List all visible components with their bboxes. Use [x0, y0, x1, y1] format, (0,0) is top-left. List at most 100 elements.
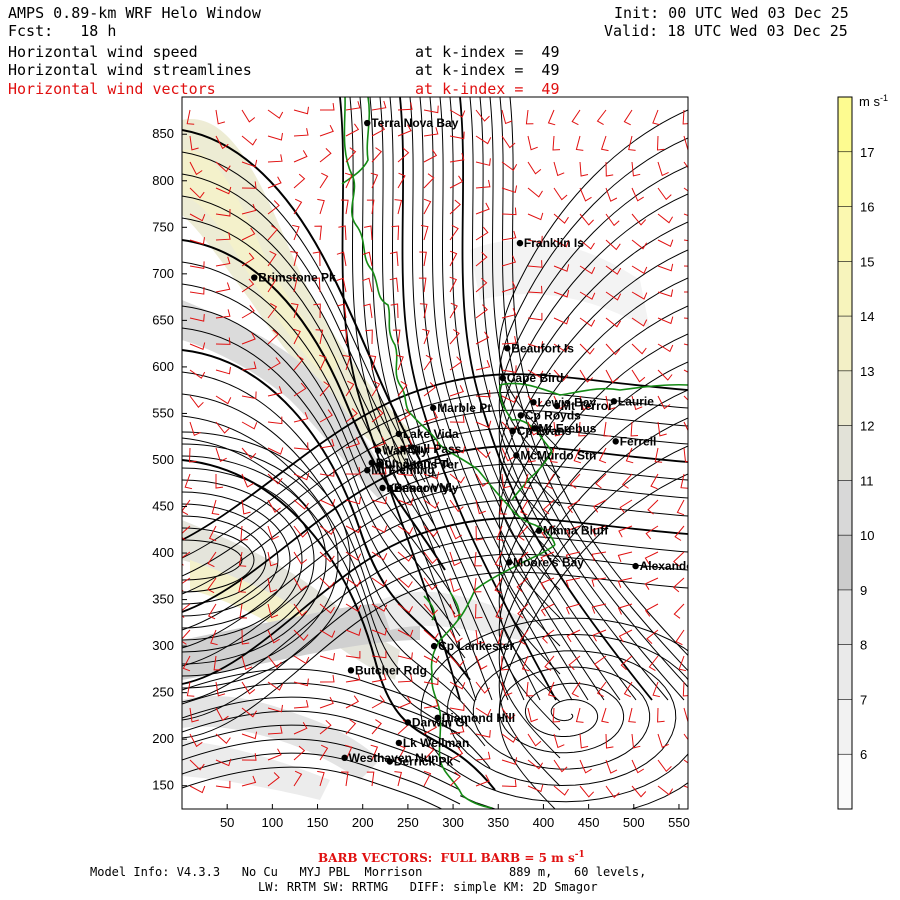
y-tick-label: 850 [152, 126, 174, 141]
place-dot [610, 398, 618, 405]
colorbar-label: 17 [860, 145, 874, 160]
y-tick-label: 750 [152, 219, 174, 234]
place-label: Diamond Hill [442, 711, 515, 725]
place-label: Cp Royds [525, 408, 581, 422]
y-tick-label: 350 [152, 592, 174, 607]
x-tick-label: 100 [262, 815, 284, 830]
colorbar-label: 16 [860, 200, 874, 215]
place-label: Marble Pt [437, 401, 491, 415]
place-label: Moore's Bay [513, 555, 584, 569]
colorbar-bin [838, 425, 852, 481]
place-label: Cp Lankester [438, 639, 514, 653]
colorbar-bin [838, 370, 852, 426]
place-dot [404, 719, 412, 726]
place-dot [517, 412, 525, 419]
place-label: Bull Pass [407, 442, 461, 456]
y-tick-label: 550 [152, 405, 174, 420]
colorbar-label: 6 [860, 747, 867, 762]
colorbar-label: 14 [860, 309, 874, 324]
wind-map: Terra Nova Bay Franklin Is Brimstone Pk Bea… [152, 93, 888, 830]
x-tick-label: 250 [397, 815, 419, 830]
place-dot [386, 758, 394, 765]
colorbar-unit: m s-1 [859, 93, 888, 109]
colorbar: 17 16 15 14 13 12 11 10 9 8 7 6 [837, 96, 874, 810]
place-dot [395, 430, 403, 438]
place-dot [364, 467, 371, 474]
x-tick-label: 150 [307, 815, 329, 830]
place-label: Laurie [618, 394, 654, 408]
place-dot [430, 642, 438, 650]
place-label: Beacon Vly [394, 481, 459, 495]
place-dot [395, 739, 403, 747]
colorbar-label: 7 [860, 692, 867, 707]
model-info-line2: LW: RRTM SW: RRTMG DIFF: simple KM: 2D S… [258, 880, 598, 894]
place-dot [374, 447, 382, 454]
y-tick-label: 800 [152, 173, 174, 188]
colorbar-label: 10 [860, 528, 874, 543]
place-dot [347, 667, 355, 674]
place-dot [400, 445, 407, 453]
place-dot [612, 438, 619, 445]
colorbar-bin [838, 206, 852, 262]
place-dot [379, 484, 386, 492]
place-label: Cape Bird [507, 371, 564, 385]
y-tick-label: 700 [152, 266, 174, 281]
model-info-line1: Model Info: V4.3.3 No Cu MYJ PBL Morriso… [90, 865, 647, 879]
y-tick-label: 200 [152, 731, 174, 746]
x-tick-label: 450 [578, 815, 600, 830]
place-dot [632, 562, 639, 570]
place-label: Franklin Is [524, 236, 584, 250]
colorbar-bin [838, 699, 852, 755]
place-dot [434, 714, 441, 721]
y-tick-label: 500 [152, 452, 174, 467]
x-tick-label: 50 [220, 815, 234, 830]
place-label: Lk Wellman [403, 736, 469, 750]
y-tick-label: 250 [152, 685, 174, 700]
colorbar-label: 11 [860, 473, 874, 488]
colorbar-bin [838, 535, 852, 590]
colorbar-label: 13 [860, 364, 874, 379]
x-tick-label: 550 [668, 815, 690, 830]
place-label: Lake Vida [403, 427, 459, 441]
x-tick-label: 350 [487, 815, 509, 830]
colorbar-top-bin [838, 97, 852, 152]
place-label: Butcher Rdg [355, 663, 427, 677]
colorbar-bin [838, 589, 852, 645]
place-dot [386, 484, 394, 492]
place-label: McMurdo Stn [520, 448, 596, 462]
place-dot [364, 119, 371, 127]
place-dot [535, 527, 543, 534]
y-tick-label: 450 [152, 499, 174, 514]
x-tick-label: 300 [442, 815, 464, 830]
place-dot [504, 345, 511, 352]
colorbar-label: 15 [860, 254, 874, 269]
place-label: Ferrell [620, 434, 657, 448]
place-dot [429, 404, 437, 412]
y-tick-label: 150 [152, 778, 174, 793]
place-dot [499, 374, 506, 382]
place-label: Derrick Pk [394, 755, 454, 769]
colorbar-bin [838, 261, 852, 317]
y-tick-label: 400 [152, 545, 174, 560]
y-tick-label: 600 [152, 359, 174, 374]
place-label: Minna Bluff [543, 524, 609, 538]
colorbar-bin [838, 151, 852, 207]
place-label: Beaufort Is [511, 341, 574, 355]
place-label: Terra Nova Bay [371, 116, 458, 130]
place-dot [341, 754, 348, 762]
place-dot [530, 399, 537, 406]
x-tick-label: 200 [352, 815, 374, 830]
place-dot [516, 239, 524, 247]
colorbar-bin [838, 644, 852, 700]
colorbar-bin [838, 480, 852, 536]
y-tick-label: 650 [152, 312, 174, 327]
place-label: Cp Evans [517, 424, 572, 438]
x-tick-label: 400 [533, 815, 555, 830]
place-dot [505, 559, 513, 566]
place-dot [509, 427, 516, 435]
colorbar-label: 9 [860, 583, 867, 598]
colorbar-label: 8 [860, 638, 867, 653]
x-tick-label: 500 [623, 815, 645, 830]
colorbar-label: 12 [860, 419, 874, 434]
barb-legend: BARB VECTORS: FULL BARB = 5 m s-1 [318, 850, 585, 865]
